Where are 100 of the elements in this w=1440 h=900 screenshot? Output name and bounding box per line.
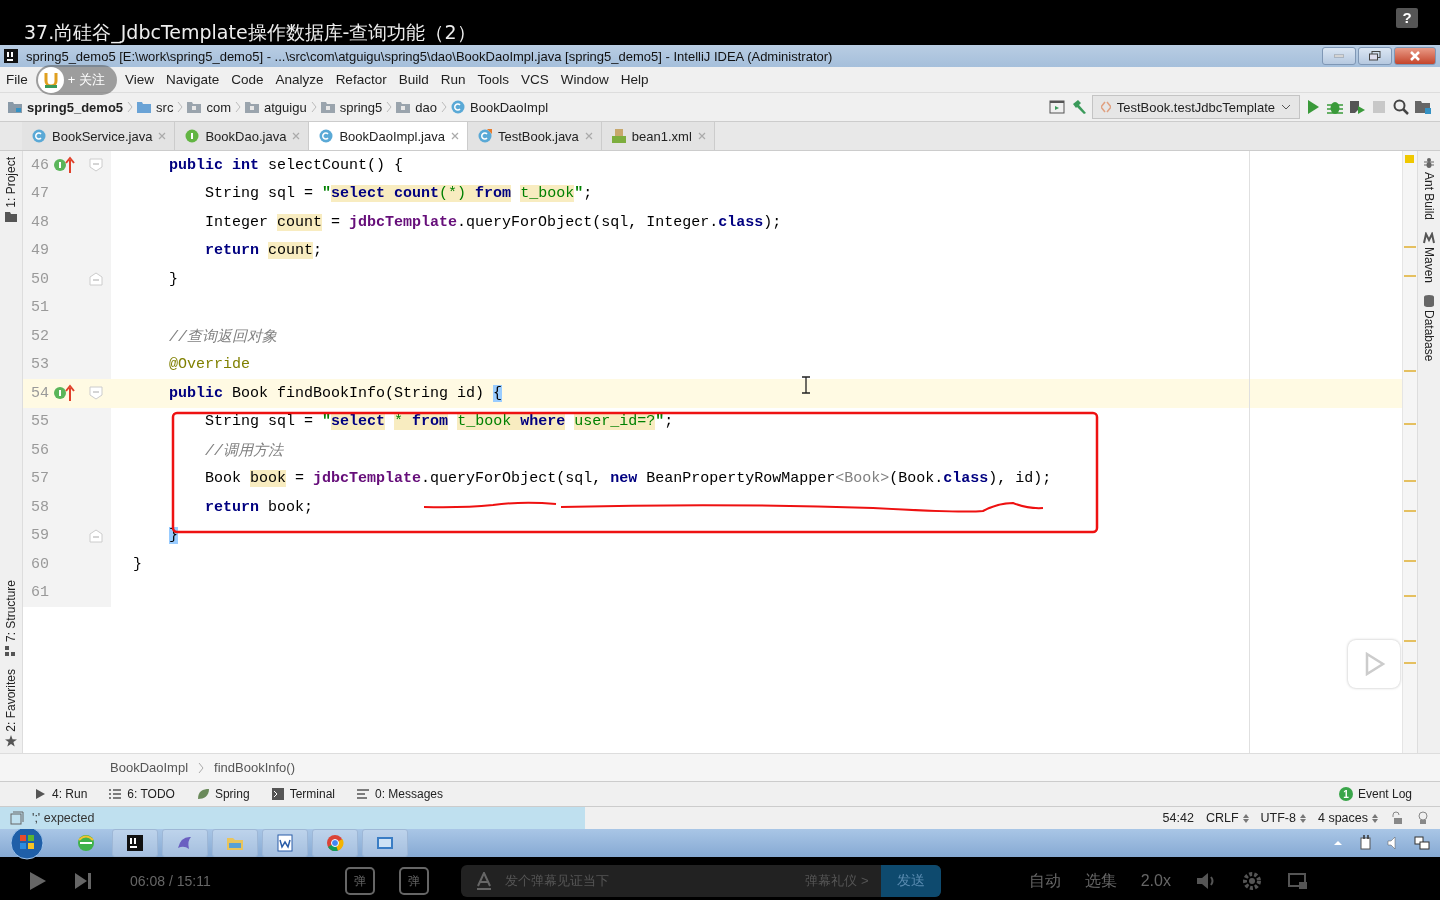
code-line: //调用方法 bbox=[204, 441, 284, 460]
database-icon[interactable] bbox=[1423, 295, 1435, 308]
run-configuration-dropdown[interactable]: TestBook.testJdbcTemplate bbox=[1091, 95, 1300, 119]
breadcrumb-item[interactable]: atguigu bbox=[245, 99, 307, 115]
close-icon[interactable] bbox=[450, 132, 459, 140]
line-number: 49 bbox=[30, 242, 50, 260]
structure-icon[interactable] bbox=[5, 645, 17, 658]
event-log-button[interactable]: 1 Event Log bbox=[1338, 787, 1412, 801]
run-window-icon[interactable] bbox=[1047, 98, 1066, 116]
editor-tab[interactable]: BookService.java bbox=[22, 122, 176, 150]
tab-label: BookDao.java bbox=[205, 128, 287, 144]
breadcrumb-item[interactable]: spring5_demo5 bbox=[8, 99, 124, 115]
coverage-icon[interactable] bbox=[1348, 98, 1366, 116]
breadcrumb-item[interactable]: BookDaoImpl bbox=[451, 99, 549, 115]
status-item[interactable]: 54:42 bbox=[1162, 811, 1194, 825]
menu-item[interactable]: Tools bbox=[477, 72, 509, 87]
menu-item[interactable]: File bbox=[6, 72, 28, 87]
breadcrumb-item[interactable]: spring5 bbox=[320, 99, 383, 115]
play-button[interactable] bbox=[1348, 640, 1400, 688]
line-number: 55 bbox=[30, 413, 50, 431]
line-number: 46 bbox=[30, 156, 50, 174]
tool-window-button[interactable]: Terminal bbox=[271, 787, 335, 801]
tool-window-tab[interactable]: Database bbox=[1422, 310, 1436, 362]
package-folder-icon bbox=[245, 100, 259, 114]
menu-item[interactable]: Run bbox=[440, 72, 466, 87]
code-line: Book book = jdbcTemplate.queryForObject(sql, new BeanPropertyRowMapper<Book>(Book.class), id); bbox=[204, 470, 1052, 488]
breadcrumb-item[interactable]: dao bbox=[396, 99, 437, 115]
menu-item[interactable]: Code bbox=[231, 72, 264, 87]
status-item[interactable]: 4 spaces bbox=[1317, 811, 1378, 825]
menu-item[interactable]: Window bbox=[560, 72, 609, 87]
class-icon bbox=[319, 129, 334, 143]
close-icon[interactable] bbox=[292, 132, 301, 140]
status-item[interactable]: CRLF bbox=[1205, 811, 1249, 825]
player-option[interactable]: 自动 bbox=[1028, 870, 1061, 892]
close-button[interactable] bbox=[1394, 47, 1436, 65]
tool-window-button[interactable]: 0: Messages bbox=[357, 787, 444, 801]
class-icon bbox=[451, 100, 465, 114]
star-icon[interactable] bbox=[5, 735, 17, 747]
menu-item[interactable]: Help bbox=[620, 72, 649, 87]
chevron-icon bbox=[177, 102, 184, 112]
up-down-arrows-icon bbox=[1372, 813, 1378, 823]
power-icon[interactable] bbox=[1358, 835, 1374, 851]
next-icon[interactable] bbox=[72, 870, 94, 892]
line-number: 58 bbox=[30, 498, 50, 516]
close-icon[interactable] bbox=[697, 132, 706, 140]
code-line: public Book findBookInfo(String id) { bbox=[168, 384, 503, 402]
window-icon[interactable] bbox=[10, 811, 24, 825]
editor-tab[interactable]: TestBook.java bbox=[467, 122, 602, 150]
tool-window-tab[interactable]: Maven bbox=[1422, 247, 1436, 284]
breadcrumb-item[interactable]: src bbox=[137, 99, 174, 115]
tab-label: BookService.java bbox=[52, 128, 153, 144]
ant-icon[interactable] bbox=[1423, 157, 1435, 169]
tool-window-tab[interactable]: Ant Build bbox=[1422, 172, 1436, 221]
tool-window-button[interactable]: 4: Run bbox=[34, 787, 88, 801]
tool-window-tab[interactable]: 2: Favorites bbox=[4, 669, 18, 732]
project-structure-icon[interactable] bbox=[1414, 98, 1432, 116]
close-icon[interactable] bbox=[584, 132, 593, 140]
menu-item[interactable]: Analyze bbox=[275, 72, 324, 87]
breadcrumb-item[interactable]: com bbox=[187, 99, 231, 115]
folder-icon[interactable] bbox=[5, 210, 17, 223]
breadcrumb-item[interactable]: findBookInfo() bbox=[214, 760, 295, 775]
player-option[interactable]: 2.0x bbox=[1140, 872, 1171, 890]
menu-item[interactable]: View bbox=[125, 72, 154, 87]
chevron-icon bbox=[441, 102, 447, 112]
folder-icon bbox=[137, 100, 152, 114]
tool-window-button[interactable]: Spring bbox=[196, 787, 250, 801]
start-button[interactable] bbox=[10, 826, 44, 860]
implements-icon[interactable] bbox=[53, 156, 77, 175]
follow-label: + 关注 bbox=[67, 70, 105, 89]
implements-icon[interactable] bbox=[53, 384, 77, 403]
menu-item[interactable]: Refactor bbox=[335, 72, 387, 87]
close-icon[interactable] bbox=[158, 132, 167, 140]
search-icon[interactable] bbox=[1392, 98, 1410, 116]
breadcrumb-item[interactable]: BookDaoImpl bbox=[110, 760, 189, 775]
line-number: 54 bbox=[30, 384, 50, 402]
run-icon bbox=[34, 788, 46, 800]
tool-window-tab[interactable]: 1: Project bbox=[4, 157, 18, 208]
maven-icon[interactable] bbox=[1423, 232, 1435, 245]
tool-window-tab[interactable]: 7: Structure bbox=[4, 580, 18, 643]
restore-button[interactable] bbox=[1358, 47, 1392, 65]
caret-icon bbox=[1281, 104, 1291, 110]
taskbar-app[interactable] bbox=[112, 829, 158, 857]
lock-icon[interactable] bbox=[1390, 811, 1404, 825]
menu-item[interactable]: Navigate bbox=[166, 72, 220, 87]
tool-window-button[interactable]: 6: TODO bbox=[109, 787, 175, 801]
editor-tab[interactable]: BookDaoImpl.java bbox=[309, 122, 468, 150]
danmaku-toggle[interactable]: 弹 bbox=[344, 867, 375, 895]
status-item[interactable]: UTF-8 bbox=[1260, 811, 1306, 825]
editor-tab[interactable]: bean1.xml bbox=[601, 122, 715, 150]
player-option[interactable]: 选集 bbox=[1084, 870, 1117, 892]
menu-item[interactable]: VCS bbox=[520, 72, 549, 87]
browser-icon[interactable] bbox=[76, 833, 96, 853]
menu-item[interactable]: Build bbox=[398, 72, 429, 87]
close-icon bbox=[1410, 51, 1420, 61]
help-button[interactable]: ? bbox=[1396, 7, 1418, 28]
picture-in-picture-icon[interactable] bbox=[1286, 870, 1309, 892]
network-icon[interactable] bbox=[1414, 835, 1430, 851]
editor-tab[interactable]: BookDao.java bbox=[175, 122, 310, 150]
danmaku-toggle[interactable]: 弹 bbox=[398, 867, 429, 895]
settings-icon[interactable] bbox=[1240, 870, 1263, 892]
